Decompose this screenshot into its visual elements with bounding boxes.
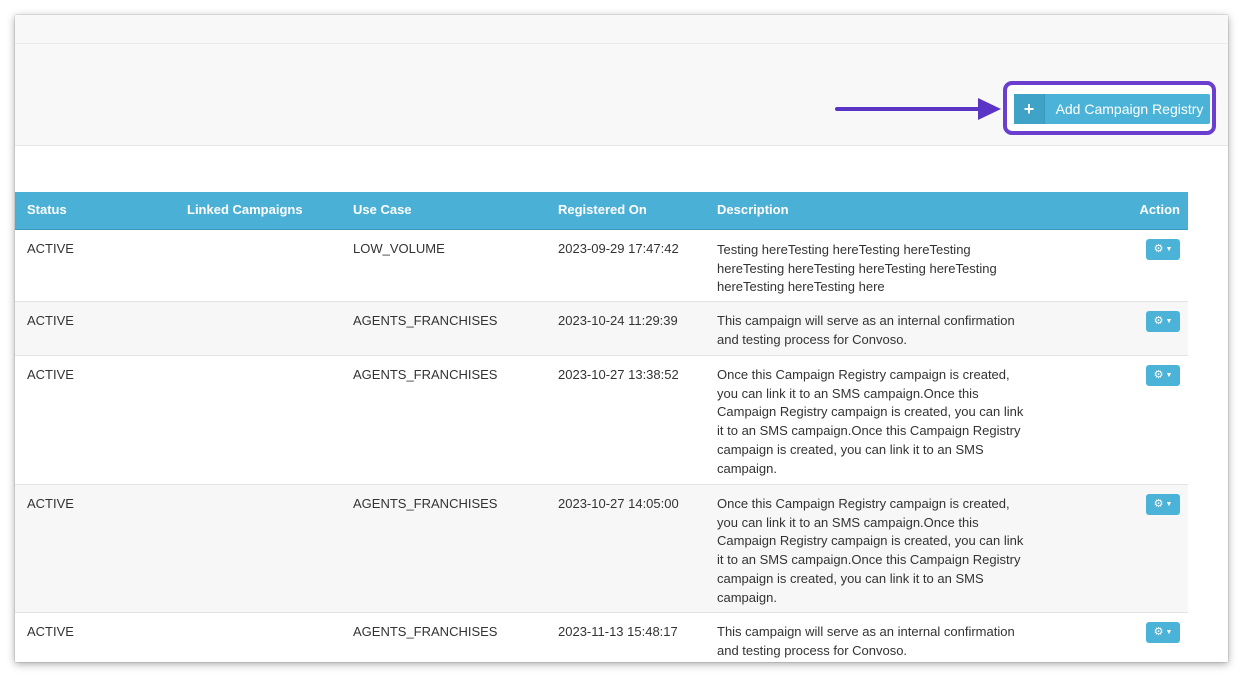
top-bar [15,15,1228,44]
action-dropdown-button[interactable]: ⚙ ▼ [1146,311,1180,332]
caret-down-icon: ▼ [1165,318,1173,325]
table-row: ACTIVE AGENTS_FRANCHISES 2023-11-13 15:4… [15,613,1188,662]
header-description[interactable]: Description [717,202,789,217]
caret-down-icon: ▼ [1165,372,1173,379]
description-cell: Testing hereTesting hereTesting hereTest… [717,242,997,295]
caret-down-icon: ▼ [1165,246,1173,253]
action-dropdown-button[interactable]: ⚙ ▼ [1146,494,1180,515]
status-cell: ACTIVE [27,367,74,382]
plus-icon: + [1014,94,1045,124]
gear-icon: ⚙ [1153,243,1164,255]
add-campaign-registry-button[interactable]: + Add Campaign Registry [1014,94,1210,124]
status-cell: ACTIVE [27,241,74,256]
description-cell: This campaign will serve as an internal … [717,624,1015,658]
use-case-cell: AGENTS_FRANCHISES [353,496,498,511]
description-cell: Once this Campaign Registry campaign is … [717,367,1024,476]
use-case-cell: AGENTS_FRANCHISES [353,313,498,328]
caret-down-icon: ▼ [1165,501,1173,508]
table-row: ACTIVE LOW_VOLUME 2023-09-29 17:47:42 Te… [15,230,1188,302]
description-cell: Once this Campaign Registry campaign is … [717,496,1024,605]
use-case-cell: LOW_VOLUME [353,241,445,256]
use-case-cell: AGENTS_FRANCHISES [353,624,498,639]
action-dropdown-button[interactable]: ⚙ ▼ [1146,622,1180,643]
header-status[interactable]: Status [27,202,67,217]
gear-icon: ⚙ [1153,315,1164,327]
arrow-right-icon [835,98,1001,120]
add-campaign-registry-label: Add Campaign Registry [1055,101,1204,117]
description-cell: This campaign will serve as an internal … [717,313,1015,347]
registered-on-cell: 2023-09-29 17:47:42 [558,241,679,256]
status-cell: ACTIVE [27,496,74,511]
registered-on-cell: 2023-10-24 11:29:39 [558,313,678,328]
registered-on-cell: 2023-10-27 13:38:52 [558,367,679,382]
gear-icon: ⚙ [1153,626,1164,638]
campaign-registry-table: Status Linked Campaigns Use Case Registe… [15,192,1188,662]
header-action: Action [1139,202,1180,217]
table-row: ACTIVE AGENTS_FRANCHISES 2023-10-24 11:2… [15,302,1188,356]
status-cell: ACTIVE [27,624,74,639]
header-linked-campaigns[interactable]: Linked Campaigns [187,202,303,217]
header-registered-on[interactable]: Registered On [558,202,647,217]
app-window: + Add Campaign Registry Status Linked Ca… [15,15,1228,662]
use-case-cell: AGENTS_FRANCHISES [353,367,498,382]
table-row: ACTIVE AGENTS_FRANCHISES 2023-10-27 14:0… [15,485,1188,613]
gear-icon: ⚙ [1153,498,1164,510]
action-dropdown-button[interactable]: ⚙ ▼ [1146,365,1180,386]
header-use-case[interactable]: Use Case [353,202,412,217]
caret-down-icon: ▼ [1165,629,1173,636]
registered-on-cell: 2023-10-27 14:05:00 [558,496,679,511]
gear-icon: ⚙ [1153,369,1164,381]
registered-on-cell: 2023-11-13 15:48:17 [558,624,678,639]
action-dropdown-button[interactable]: ⚙ ▼ [1146,239,1180,260]
table-row: ACTIVE AGENTS_FRANCHISES 2023-10-27 13:3… [15,356,1188,485]
status-cell: ACTIVE [27,313,74,328]
table-header: Status Linked Campaigns Use Case Registe… [15,192,1188,230]
